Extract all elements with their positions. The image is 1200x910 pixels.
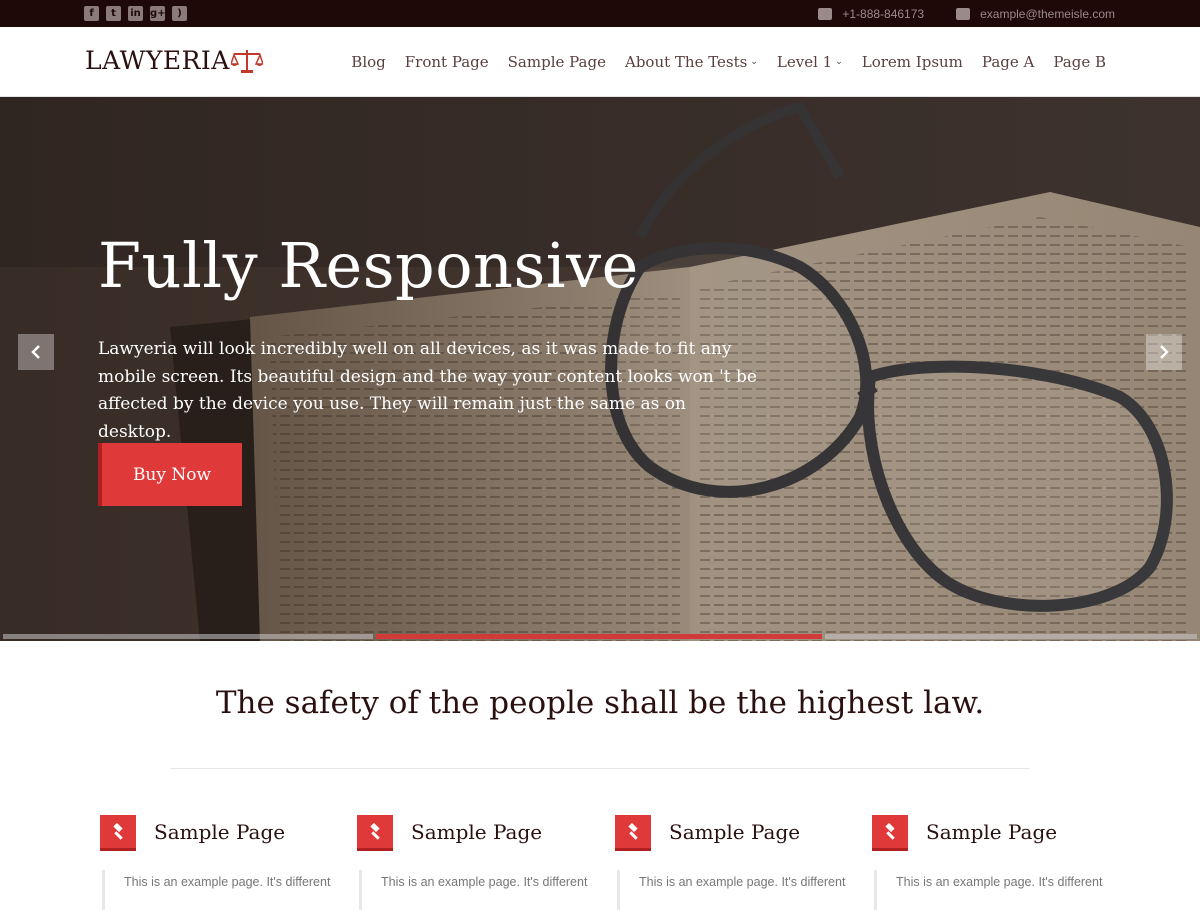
phone-number: +1-888-846173 (842, 6, 925, 21)
nav-item-lorem-ipsum[interactable]: Lorem Ipsum (862, 53, 963, 71)
nav-label: Page A (981, 53, 1035, 71)
feature-excerpt: This is an example page. It's different (359, 870, 595, 910)
nav-item-blog[interactable]: Blog (351, 53, 385, 71)
rss-icon[interactable]: ) (172, 6, 187, 21)
slider-prev-button[interactable] (18, 334, 54, 370)
envelope-icon (956, 7, 971, 20)
feature-title[interactable]: Sample Page (669, 820, 800, 844)
hero-title: Fully Responsive (98, 229, 639, 302)
feature-title[interactable]: Sample Page (926, 820, 1057, 844)
nav-label: Level 1 (776, 53, 833, 71)
logo-text: LAWYERIA (85, 46, 230, 75)
gavel-icon (615, 815, 651, 851)
section-divider (170, 768, 1030, 769)
hero-description: Lawyeria will look incredibly well on al… (98, 339, 757, 442)
buy-now-button[interactable]: Buy Now (98, 443, 242, 506)
google-plus-icon[interactable]: g+ (150, 6, 166, 21)
nav-item-about-the-tests[interactable]: About The Tests ⌄ (625, 53, 758, 71)
phone-contact[interactable]: +1-888-846173 (818, 7, 924, 21)
feature-title[interactable]: Sample Page (411, 820, 542, 844)
chevron-right-icon (1160, 345, 1169, 359)
slider-progress (0, 634, 1200, 639)
email-address: example@themeisle.com (980, 6, 1115, 21)
nav-item-front-page[interactable]: Front Page (405, 53, 489, 71)
nav-item-page-b[interactable]: Page B (1053, 53, 1106, 71)
contact-info: +1-888-846173 example@themeisle.com (818, 0, 1115, 27)
email-contact[interactable]: example@themeisle.com (956, 7, 1115, 21)
nav-label: About The Tests (624, 53, 748, 71)
feature-excerpt: This is an example page. It's different (874, 870, 1110, 910)
slide-indicator-2[interactable] (376, 634, 822, 639)
feature-excerpt: This is an example page. It's different (617, 870, 853, 910)
tagline: The safety of the people shall be the hi… (215, 685, 985, 721)
slide-indicator-1[interactable] (3, 634, 373, 639)
phone-icon (818, 7, 833, 20)
social-links: f t in g+ ) (84, 6, 187, 21)
nav-label: Blog (351, 53, 386, 71)
feature-title[interactable]: Sample Page (154, 820, 285, 844)
main-nav: Blog Front Page Sample Page About The Te… (351, 27, 1106, 97)
chevron-down-icon: ⌄ (750, 57, 758, 67)
gavel-icon (872, 815, 908, 851)
facebook-icon[interactable]: f (84, 6, 99, 21)
nav-label: Sample Page (507, 53, 606, 71)
top-bar: f t in g+ ) +1-888-846173 example@themei… (0, 0, 1200, 27)
twitter-icon[interactable]: t (106, 6, 121, 21)
site-header: LAWYERIA Blog Front Page Sample Page Abo… (0, 27, 1200, 97)
nav-item-page-a[interactable]: Page A (982, 53, 1034, 71)
feature-excerpt: This is an example page. It's different (102, 870, 338, 910)
nav-item-level-1[interactable]: Level 1 ⌄ (777, 53, 843, 71)
slide-indicator-3[interactable] (825, 634, 1197, 639)
chevron-left-icon (31, 345, 40, 359)
site-logo[interactable]: LAWYERIA (85, 46, 263, 75)
linkedin-icon[interactable]: in (128, 6, 143, 21)
nav-label: Page B (1053, 53, 1106, 71)
slider-next-button[interactable] (1146, 334, 1182, 370)
nav-label: Lorem Ipsum (861, 53, 963, 71)
gavel-icon (100, 815, 136, 851)
chevron-down-icon: ⌄ (835, 57, 843, 67)
hero-slider: Fully Responsive Lawyeria will look incr… (0, 97, 1200, 641)
gavel-icon (357, 815, 393, 851)
nav-item-sample-page[interactable]: Sample Page (508, 53, 606, 71)
nav-label: Front Page (404, 53, 489, 71)
scales-icon (230, 49, 263, 73)
